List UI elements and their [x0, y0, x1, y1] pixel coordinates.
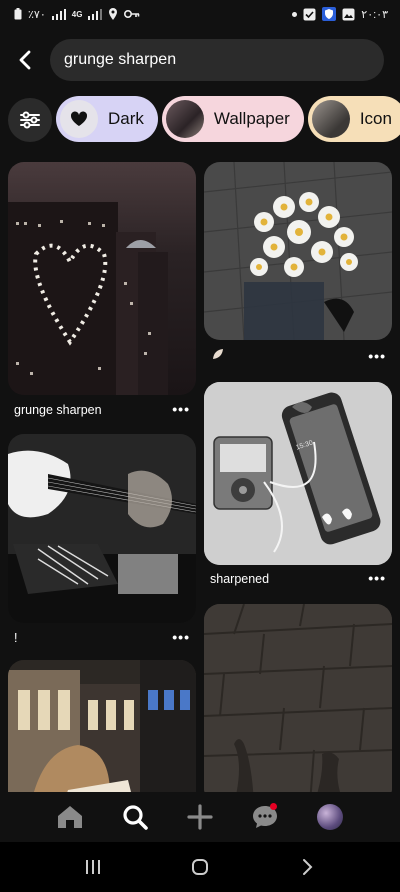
pin-card[interactable]: 15:30 sharpened •••: [204, 382, 392, 588]
network-type: 4G: [71, 9, 83, 19]
back-button[interactable]: [10, 44, 40, 76]
pin-caption: !: [14, 631, 18, 645]
recent-apps-button[interactable]: [73, 847, 113, 887]
pin-image[interactable]: [204, 604, 392, 792]
checkbox-icon: [303, 8, 316, 20]
search-bar[interactable]: [50, 39, 384, 81]
nav-messages[interactable]: [245, 797, 285, 837]
avatar: [316, 804, 343, 830]
status-right: ٢٠:٠٣: [292, 7, 388, 21]
pin-image[interactable]: [204, 162, 392, 340]
chevron-left-icon: [19, 50, 31, 70]
chip-dark[interactable]: Dark: [56, 96, 158, 142]
heart-icon: [70, 111, 88, 126]
pin-more-button[interactable]: •••: [368, 570, 386, 586]
chip-thumbnail: [311, 100, 350, 138]
filter-button[interactable]: [8, 98, 52, 142]
status-bar: ٪٧٠ 4G ٢٠:٠٣: [0, 0, 400, 28]
dot-icon: [292, 11, 298, 17]
nav-home[interactable]: [50, 797, 90, 837]
plus-icon: [187, 804, 213, 830]
pin-caption: sharpened: [210, 572, 270, 586]
street-photo: [8, 660, 196, 792]
system-back-button[interactable]: [287, 847, 327, 887]
nav-search[interactable]: [115, 797, 155, 837]
filter-chips: Dark Wallpaper Icon: [8, 96, 400, 144]
search-input[interactable]: [64, 51, 384, 69]
recent-apps-icon: [86, 860, 101, 874]
clock: ٢٠:٠٣: [361, 8, 388, 21]
nav-create[interactable]: [180, 797, 220, 837]
phone-photo: 15:30: [204, 382, 392, 565]
chip-label: Dark: [108, 109, 144, 128]
pin-more-button[interactable]: •••: [172, 401, 190, 417]
status-left: ٪٧٠ 4G: [14, 8, 140, 21]
pin-more-button[interactable]: •••: [368, 348, 386, 364]
battery-percent: ٪٧٠: [28, 8, 46, 21]
pin-caption: grunge sharpen: [14, 403, 102, 417]
sliders-icon: [20, 111, 40, 129]
chip-label: Icon: [359, 109, 392, 128]
back-chevron-icon: [302, 859, 313, 875]
daisies-photo: [204, 162, 392, 340]
battery-icon: [14, 8, 22, 20]
location-icon: [109, 8, 118, 20]
pin-card[interactable]: •••: [204, 162, 392, 368]
guitar-photo: [8, 434, 196, 623]
pin-card[interactable]: ! •••: [8, 434, 196, 646]
search-header: [0, 38, 400, 82]
key-icon: [124, 10, 140, 18]
pin-more-button[interactable]: •••: [172, 629, 190, 645]
system-nav: [0, 842, 400, 892]
nav-profile[interactable]: [310, 797, 350, 837]
chip-wallpaper[interactable]: Wallpaper: [161, 96, 304, 142]
system-home-button[interactable]: [180, 847, 220, 887]
pin-image[interactable]: [8, 162, 196, 395]
pin-image[interactable]: [8, 660, 196, 792]
image-icon: [342, 8, 355, 20]
chip-thumbnail: [60, 100, 98, 138]
bottom-nav: [0, 792, 400, 842]
chip-icon[interactable]: Icon: [307, 96, 400, 142]
pin-image[interactable]: [8, 434, 196, 623]
chip-label: Wallpaper: [213, 109, 290, 128]
pin-image[interactable]: 15:30: [204, 382, 392, 565]
home-circle-icon: [191, 859, 208, 875]
search-icon: [123, 805, 148, 830]
building-photo: [8, 202, 168, 395]
pin-card[interactable]: [204, 604, 392, 792]
notification-dot: [269, 803, 277, 810]
signal-icon-2: [88, 8, 103, 20]
pin-card[interactable]: [8, 660, 196, 792]
pin-grid: grunge sharpen ••• ••• ! ••• 15:30 sharp…: [0, 162, 400, 792]
home-icon: [58, 806, 83, 828]
shield-icon: [322, 7, 337, 21]
pin-card[interactable]: grunge sharpen •••: [8, 162, 196, 420]
shell-icon: [213, 349, 223, 359]
cobblestone-photo: [204, 604, 392, 792]
chip-thumbnail: [165, 100, 204, 138]
signal-icon: [51, 8, 66, 20]
